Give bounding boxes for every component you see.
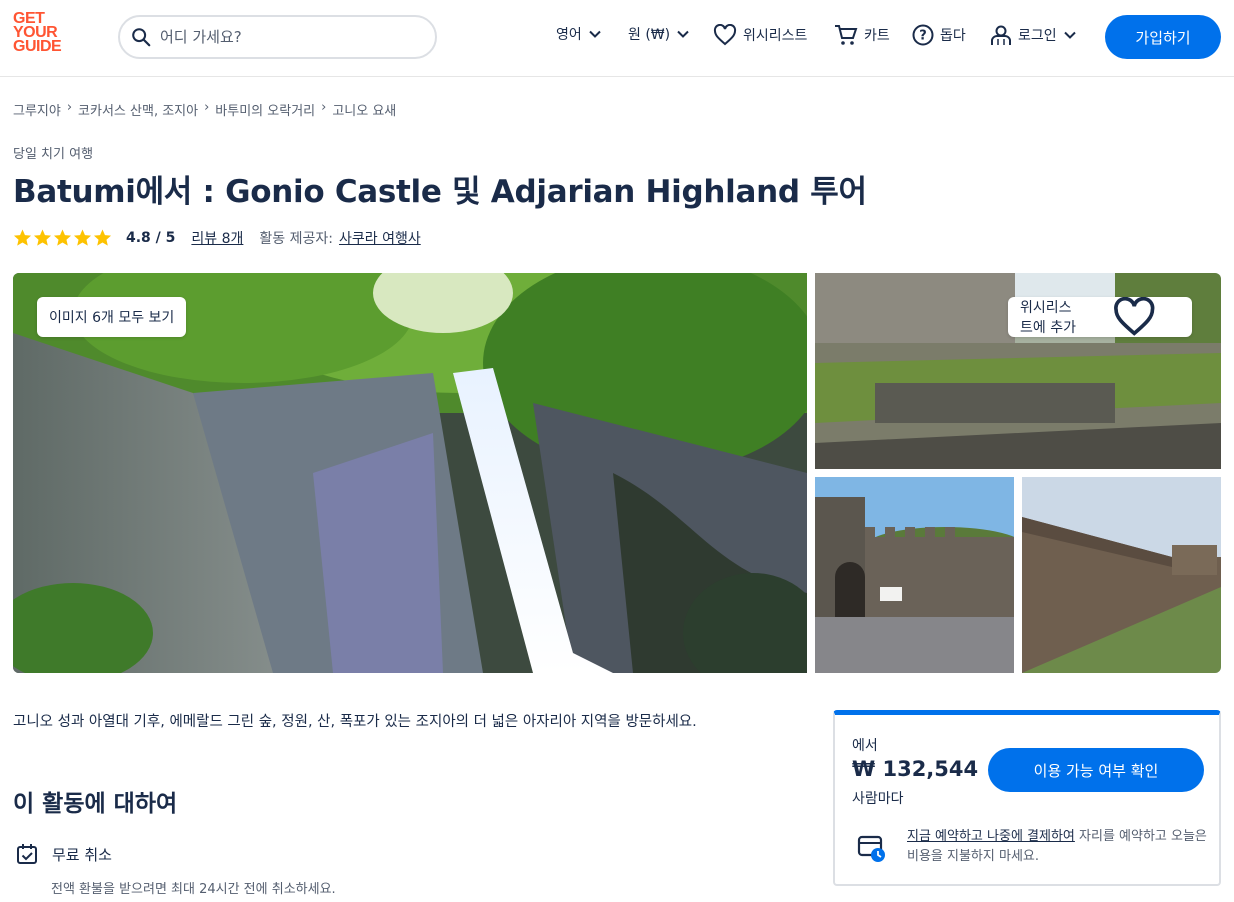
check-availability-button[interactable]: 이용 가능 여부 확인 xyxy=(988,748,1204,792)
login-menu[interactable]: 로그인 xyxy=(990,24,1077,46)
view-all-images-button[interactable]: 이미지 6개 모두 보기 xyxy=(37,297,187,337)
booking-card: 에서 ₩ 132,544 사람마다 이용 가능 여부 확인 지금 예약하고 나중… xyxy=(833,710,1221,886)
free-cancellation-detail: 전액 환불을 받으려면 최대 24시간 전에 취소하세요. xyxy=(51,882,336,897)
star-icon xyxy=(13,229,32,246)
breadcrumb-item[interactable]: 바투미의 오락거리 xyxy=(215,100,315,119)
reviews-link[interactable]: 리뷰 8개 xyxy=(191,228,243,248)
wishlist-link[interactable]: 위시리스트 xyxy=(713,24,807,46)
price-prefix: 에서 xyxy=(852,738,878,754)
ruins-photo[interactable]: 위시리스트에 추가 xyxy=(815,273,1221,469)
getyourguide-logo[interactable]: GET YOUR GUIDE xyxy=(13,11,73,55)
breadcrumb-separator: › xyxy=(66,100,73,115)
rating-score: 4.8 / 5 xyxy=(126,230,176,246)
chevron-down-icon xyxy=(589,30,601,38)
chevron-down-icon xyxy=(1063,31,1076,39)
breadcrumb-separator: › xyxy=(321,100,327,115)
price: ₩ 132,544 xyxy=(852,757,979,781)
reserve-now-pay-later-icon xyxy=(857,835,885,862)
castle-wall-photo[interactable] xyxy=(1022,477,1221,673)
currency-selector[interactable]: 원 (₩) xyxy=(628,24,690,44)
provider-link[interactable]: 사쿠라 여행사 xyxy=(339,228,421,248)
top-header: GET YOUR GUIDE 영어 원 (₩) 위시리스트 카트 ? 돕다 로그… xyxy=(0,0,1234,77)
star-icon xyxy=(53,229,72,246)
fortress-gate-photo[interactable] xyxy=(815,477,1014,673)
star-icon xyxy=(93,229,112,246)
breadcrumb-item[interactable]: 그루지야 xyxy=(13,100,61,119)
chevron-down-icon xyxy=(677,30,689,38)
breadcrumb: 그루지야 › 코카서스 산맥, 조지아 › 바투미의 오락거리 › 고니오 요새 xyxy=(13,100,396,119)
activity-description: 고니오 성과 아열대 기후, 에메랄드 그린 숲, 정원, 산, 폭포가 있는 … xyxy=(13,714,697,730)
cart-link[interactable]: 카트 xyxy=(834,24,890,46)
signup-button[interactable]: 가입하기 xyxy=(1105,15,1221,59)
star-icon xyxy=(73,229,92,246)
rating-row: 4.8 / 5 리뷰 8개 활동 제공자: 사쿠라 여행사 xyxy=(13,228,421,248)
star-icon xyxy=(33,229,52,246)
calendar-check-icon xyxy=(17,844,37,864)
photo-gallery: 이미지 6개 모두 보기 위시리스트에 추가 xyxy=(13,273,1221,673)
breadcrumb-item[interactable]: 코카서스 산맥, 조지아 xyxy=(78,100,198,119)
search-icon xyxy=(132,28,151,47)
search-input[interactable] xyxy=(160,28,400,46)
breadcrumb-item[interactable]: 고니오 요새 xyxy=(332,100,396,119)
breadcrumb-separator: › xyxy=(204,100,210,115)
activity-category: 당일 치기 여행 xyxy=(13,147,94,162)
heart-icon xyxy=(713,24,737,46)
language-selector[interactable]: 영어 xyxy=(556,24,602,44)
page-title: Batumi에서 : Gonio Castle 및 Adjarian Highl… xyxy=(13,174,867,210)
provider-label: 활동 제공자: xyxy=(259,231,333,247)
waterfall-photo[interactable]: 이미지 6개 모두 보기 xyxy=(13,273,807,673)
svg-text:?: ? xyxy=(919,29,927,44)
heart-icon xyxy=(1114,297,1155,336)
star-rating xyxy=(13,229,112,247)
help-link[interactable]: ? 돕다 xyxy=(912,24,966,46)
free-cancellation-feature: 무료 취소 xyxy=(16,843,112,865)
user-globe-icon xyxy=(991,25,1011,45)
about-heading: 이 활동에 대하여 xyxy=(13,791,178,817)
reserve-now-pay-later-link[interactable]: 지금 예약하고 나중에 결제하여 xyxy=(907,829,1075,844)
price-unit: 사람마다 xyxy=(852,791,904,807)
reserve-now-pay-later-text: 지금 예약하고 나중에 결제하여 자리를 예약하고 오늘은 비용을 지불하지 마… xyxy=(907,829,1207,864)
search-box[interactable] xyxy=(118,15,437,59)
help-icon: ? xyxy=(912,24,934,46)
cart-icon xyxy=(835,25,858,45)
add-to-wishlist-button[interactable]: 위시리스트에 추가 xyxy=(1008,297,1192,337)
